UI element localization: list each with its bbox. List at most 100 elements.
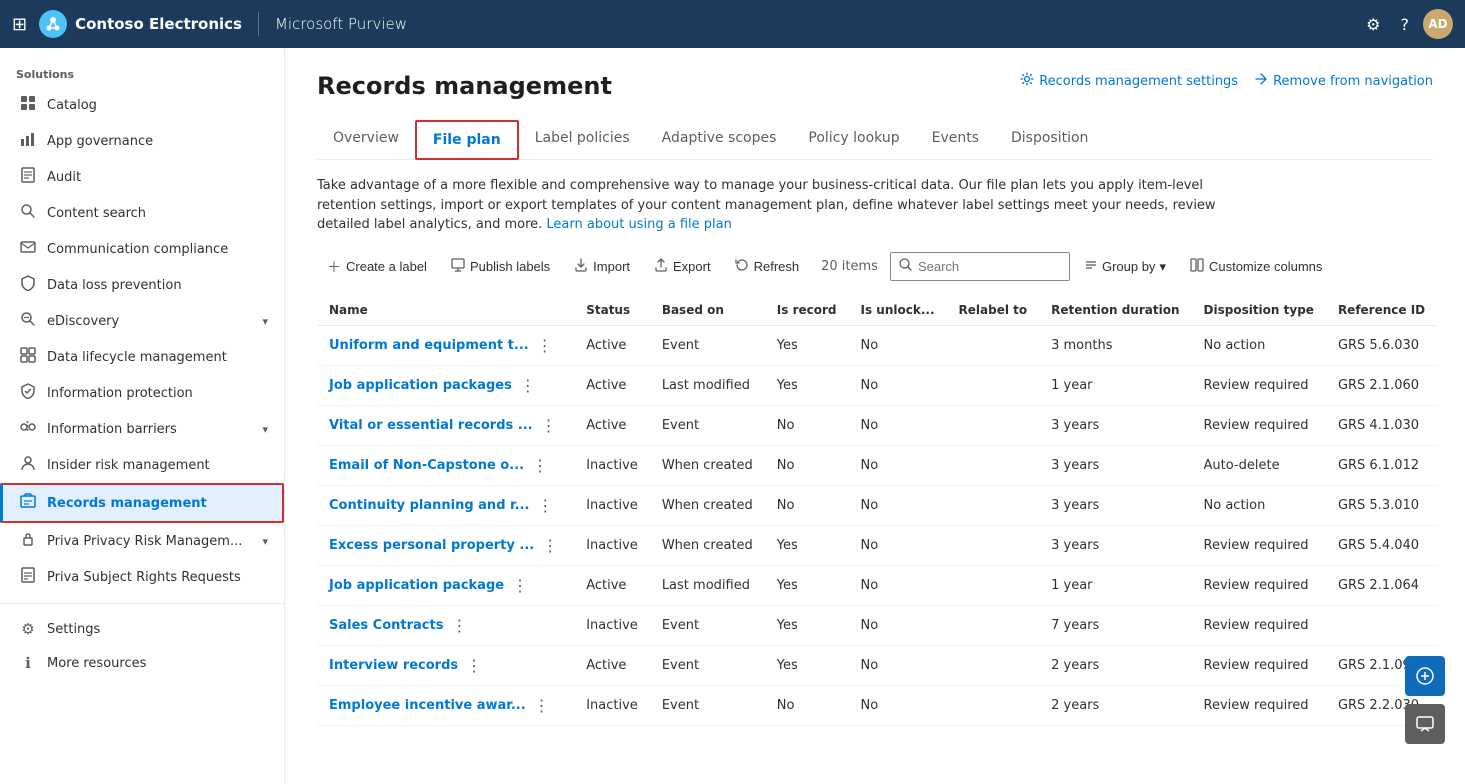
cell-name: Excess personal property ... ⋮ [317, 525, 574, 565]
sidebar-item-label: Data lifecycle management [47, 350, 227, 365]
sidebar-item-information-barriers[interactable]: Information barriers ▾ [0, 411, 284, 447]
search-box[interactable] [890, 252, 1070, 281]
fab-chat-button[interactable] [1405, 656, 1445, 696]
fab-feedback-button[interactable] [1405, 704, 1445, 744]
row-menu-icon[interactable]: ⋮ [508, 576, 532, 595]
sidebar-item-information-protection[interactable]: Information protection [0, 375, 284, 411]
sidebar-item-content-search[interactable]: Content search [0, 195, 284, 231]
export-button[interactable]: Export [644, 252, 721, 281]
sidebar-item-priva-privacy[interactable]: Priva Privacy Risk Managem... ▾ [0, 523, 284, 559]
sidebar-item-audit[interactable]: Audit [0, 159, 284, 195]
sidebar-divider [0, 603, 284, 604]
group-by-button[interactable]: Group by ▾ [1074, 252, 1176, 281]
cell-status: Inactive [574, 485, 650, 525]
cell-is-record: Yes [765, 565, 849, 605]
col-reference-id: Reference ID [1326, 295, 1437, 326]
cell-is-unlock: No [849, 565, 947, 605]
records-management-settings-link[interactable]: Records management settings [1020, 72, 1238, 90]
sidebar-item-records-management[interactable]: Records management [0, 483, 284, 523]
cell-retention-duration: 3 years [1039, 525, 1191, 565]
page-title: Records management [317, 72, 612, 100]
dlp-icon [19, 275, 37, 295]
cell-name: Continuity planning and r... ⋮ [317, 485, 574, 525]
sidebar-item-label: Insider risk management [47, 458, 210, 473]
cell-reference-id: GRS 6.1.012 [1326, 445, 1437, 485]
customize-columns-button[interactable]: Customize columns [1180, 252, 1332, 281]
tab-label-policies[interactable]: Label policies [519, 120, 646, 160]
cell-based-on: Event [650, 405, 765, 445]
row-menu-icon[interactable]: ⋮ [537, 416, 561, 435]
row-menu-icon[interactable]: ⋮ [533, 336, 557, 355]
cell-retention-duration: 2 years [1039, 645, 1191, 685]
row-menu-icon[interactable]: ⋮ [530, 696, 554, 715]
cell-status: Active [574, 565, 650, 605]
priva-subject-icon [19, 567, 37, 587]
row-menu-icon[interactable]: ⋮ [462, 656, 486, 675]
cell-relabel-to [947, 525, 1040, 565]
row-menu-icon[interactable]: ⋮ [538, 536, 562, 555]
sidebar-item-settings[interactable]: ⚙ Settings [0, 612, 284, 646]
help-icon[interactable]: ? [1395, 9, 1416, 40]
main-content: Records management Records management se… [285, 48, 1465, 784]
remove-from-navigation-link[interactable]: Remove from navigation [1254, 72, 1433, 90]
sidebar-item-more-resources[interactable]: ℹ More resources [0, 646, 284, 680]
sidebar-item-app-governance[interactable]: App governance [0, 123, 284, 159]
ediscovery-icon [19, 311, 37, 331]
sidebar-item-label: Records management [47, 496, 207, 511]
nav-divider [258, 12, 259, 36]
sidebar-item-ediscovery[interactable]: eDiscovery ▾ [0, 303, 284, 339]
refresh-button[interactable]: Refresh [725, 252, 810, 281]
create-label-button[interactable]: ＋ Create a label [317, 251, 437, 283]
import-button[interactable]: Import [564, 252, 640, 281]
col-retention-duration: Retention duration [1039, 295, 1191, 326]
insider-risk-icon [19, 455, 37, 475]
cell-status: Active [574, 325, 650, 365]
chevron-down-icon: ▾ [262, 535, 268, 548]
cell-name: Sales Contracts ⋮ [317, 605, 574, 645]
cell-name: Email of Non-Capstone o... ⋮ [317, 445, 574, 485]
cell-retention-duration: 7 years [1039, 605, 1191, 645]
cell-is-unlock: No [849, 445, 947, 485]
cell-disposition-type: Review required [1192, 645, 1326, 685]
tab-file-plan[interactable]: File plan [415, 120, 519, 160]
sidebar-item-data-lifecycle[interactable]: Data lifecycle management [0, 339, 284, 375]
user-avatar[interactable]: AD [1423, 9, 1453, 39]
publish-labels-button[interactable]: Publish labels [441, 252, 560, 281]
cell-based-on: When created [650, 445, 765, 485]
header-actions: Records management settings Remove from … [1020, 72, 1433, 90]
cell-retention-duration: 3 years [1039, 405, 1191, 445]
tab-adaptive-scopes[interactable]: Adaptive scopes [646, 120, 793, 160]
sidebar-item-data-loss-prevention[interactable]: Data loss prevention [0, 267, 284, 303]
col-relabel-to: Relabel to [947, 295, 1040, 326]
sidebar-item-communication-compliance[interactable]: Communication compliance [0, 231, 284, 267]
cell-reference-id: GRS 4.1.030 [1326, 405, 1437, 445]
refresh-icon [735, 258, 749, 275]
waffle-menu[interactable]: ⊞ [12, 14, 27, 35]
sidebar-item-catalog[interactable]: Catalog [0, 87, 284, 123]
settings-nav-icon: ⚙ [19, 620, 37, 638]
cell-relabel-to [947, 325, 1040, 365]
row-menu-icon[interactable]: ⋮ [528, 456, 552, 475]
cell-status: Active [574, 365, 650, 405]
tab-events[interactable]: Events [916, 120, 995, 160]
row-menu-icon[interactable]: ⋮ [516, 376, 540, 395]
row-menu-icon[interactable]: ⋮ [533, 496, 557, 515]
search-icon [899, 258, 912, 275]
sidebar-item-label: More resources [47, 656, 146, 671]
tab-disposition[interactable]: Disposition [995, 120, 1104, 160]
cell-reference-id [1326, 605, 1437, 645]
tab-overview[interactable]: Overview [317, 120, 415, 160]
cell-is-record: Yes [765, 525, 849, 565]
sidebar-item-priva-subject[interactable]: Priva Subject Rights Requests [0, 559, 284, 595]
sidebar-item-insider-risk[interactable]: Insider risk management [0, 447, 284, 483]
cell-disposition-type: Review required [1192, 365, 1326, 405]
search-input[interactable] [918, 259, 1061, 274]
cell-based-on: Event [650, 605, 765, 645]
settings-icon[interactable]: ⚙ [1360, 9, 1386, 40]
sidebar-item-label: Settings [47, 622, 100, 637]
learn-more-link[interactable]: Learn about using a file plan [546, 217, 731, 232]
row-menu-icon[interactable]: ⋮ [447, 616, 471, 635]
tab-policy-lookup[interactable]: Policy lookup [792, 120, 915, 160]
sidebar-item-label: Audit [47, 170, 81, 185]
table-row: Job application packages ⋮ Active Last m… [317, 365, 1437, 405]
